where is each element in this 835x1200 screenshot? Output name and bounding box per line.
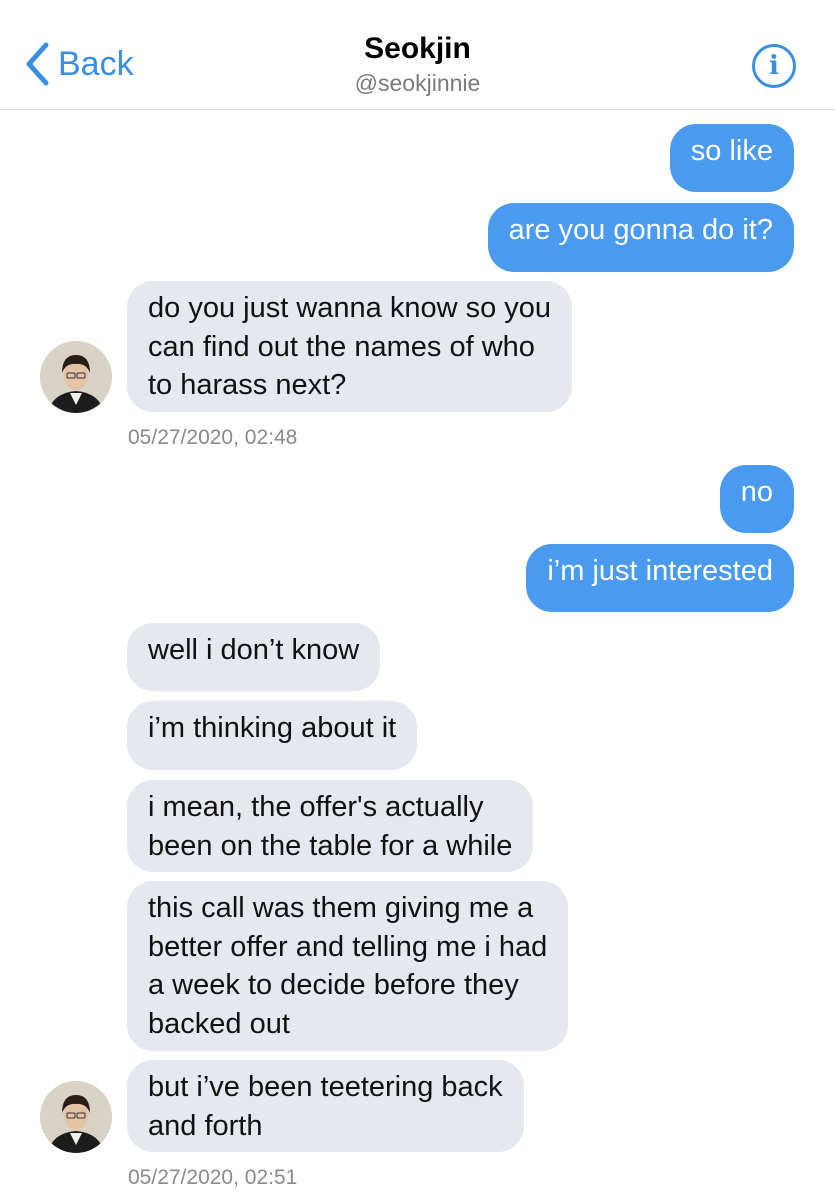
message-bubble-incoming[interactable]: well i don’t know — [127, 623, 381, 691]
message-bubble-incoming[interactable]: but i’ve been teetering back and forth — [127, 1060, 524, 1152]
message-bubble-incoming[interactable]: i mean, the offer's actually been on the… — [127, 780, 534, 872]
conversation-title: Seokjin @seokjinnie — [0, 30, 835, 98]
message-timestamp: 05/27/2020, 02:48 — [128, 426, 298, 449]
message-bubble-outgoing[interactable]: i’m just interested — [526, 544, 794, 612]
avatar[interactable] — [40, 1081, 112, 1153]
message-timestamp: 05/27/2020, 02:51 — [128, 1166, 298, 1189]
message-bubble-incoming[interactable]: this call was them giving me a better of… — [127, 881, 569, 1051]
message-bubble-outgoing[interactable]: so like — [669, 124, 794, 192]
message-bubble-incoming[interactable]: i’m thinking about it — [127, 701, 418, 770]
message-bubble-outgoing[interactable]: are you gonna do it? — [487, 203, 794, 272]
info-icon[interactable]: i — [752, 44, 796, 88]
conversation-header: Back Seokjin @seokjinnie i — [0, 0, 835, 110]
message-bubble-incoming[interactable]: do you just wanna know so you can find o… — [127, 281, 573, 412]
message-bubble-outgoing[interactable]: no — [719, 465, 794, 533]
avatar[interactable] — [40, 341, 112, 413]
contact-name: Seokjin — [364, 32, 471, 65]
contact-handle: @seokjinnie — [354, 70, 481, 96]
